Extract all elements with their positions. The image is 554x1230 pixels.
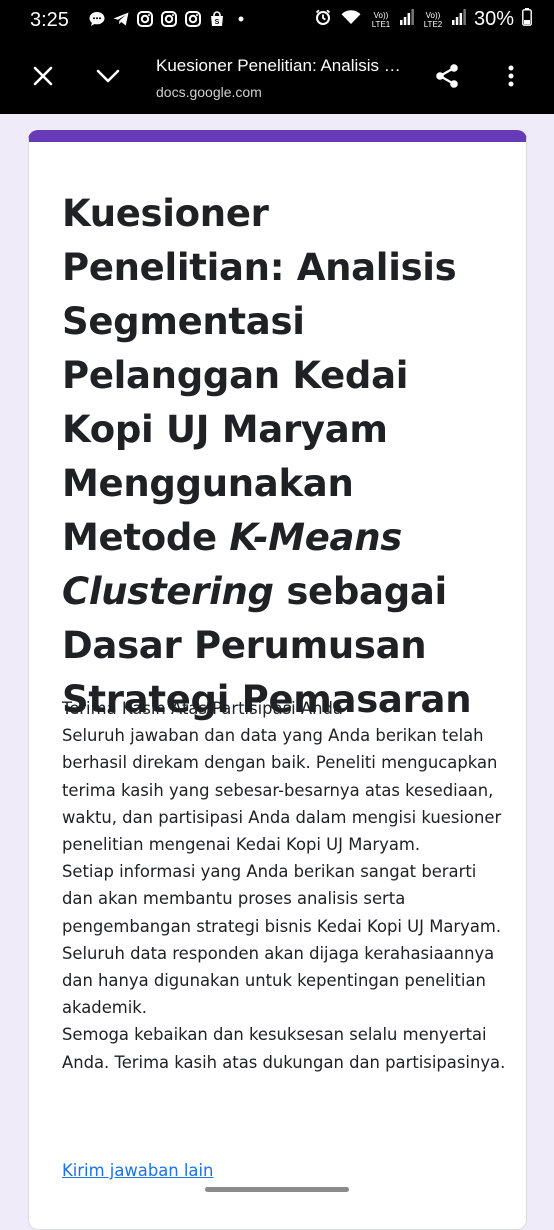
alarm-icon: [314, 8, 332, 31]
more-vert-icon: [507, 64, 515, 93]
page-url: docs.google.com: [156, 84, 262, 100]
more-options-button[interactable]: [489, 56, 533, 100]
confirmation-paragraph: Setiap informasi yang Anda berikan sanga…: [62, 862, 502, 1018]
share-icon: [434, 63, 460, 94]
confirmation-heading: Terima Kasih Atas Partisipasi Anda: [62, 699, 343, 718]
confirmation-paragraph: Seluruh jawaban dan data yang Anda berik…: [62, 726, 502, 855]
dot-icon: [232, 10, 250, 28]
status-bar: 3:25 S Vo)) LTE1 Vo)) LTE2 30%: [0, 0, 554, 44]
notification-icons: S: [88, 10, 250, 28]
shopee-icon: S: [208, 10, 226, 28]
message-icon: [88, 10, 106, 28]
close-icon: [32, 65, 54, 92]
battery-icon: [522, 8, 532, 31]
share-button[interactable]: [425, 56, 469, 100]
lte1-label: Vo)) LTE1: [371, 10, 391, 29]
minimize-button[interactable]: [86, 56, 130, 100]
instagram-icon: [184, 10, 202, 28]
lte2-label: Vo)) LTE2: [423, 10, 443, 29]
chevron-down-icon: [95, 65, 121, 92]
wifi-icon: [340, 8, 362, 31]
form-title: Kuesioner Penelitian: Analisis Segmentas…: [62, 187, 502, 727]
confirmation-message: Terima Kasih Atas Partisipasi Anda Selur…: [62, 695, 507, 1076]
close-button[interactable]: [21, 56, 65, 100]
form-title-part1: Kuesioner Penelitian: Analisis Segmentas…: [62, 192, 457, 559]
navigation-handle[interactable]: [205, 1187, 349, 1192]
signal-icon: [451, 9, 466, 30]
browser-toolbar: Kuesioner Penelitian: Analisis Segmentas…: [0, 44, 554, 114]
system-icons: Vo)) LTE1 Vo)) LTE2 30%: [314, 8, 532, 31]
page-title: Kuesioner Penelitian: Analisis Segmentas…: [156, 56, 406, 75]
telegram-icon: [112, 10, 130, 28]
signal-icon: [399, 9, 414, 30]
instagram-icon: [160, 10, 178, 28]
battery-percent: 30%: [473, 8, 514, 30]
submit-another-response-link[interactable]: Kirim jawaban lain: [62, 1161, 213, 1180]
instagram-icon: [136, 10, 154, 28]
confirmation-paragraph: Semoga kebaikan dan kesuksesan selalu me…: [62, 1025, 506, 1072]
status-time: 3:25: [30, 9, 69, 31]
form-card: Kuesioner Penelitian: Analisis Segmentas…: [28, 130, 527, 1230]
svg-text:S: S: [215, 19, 220, 26]
